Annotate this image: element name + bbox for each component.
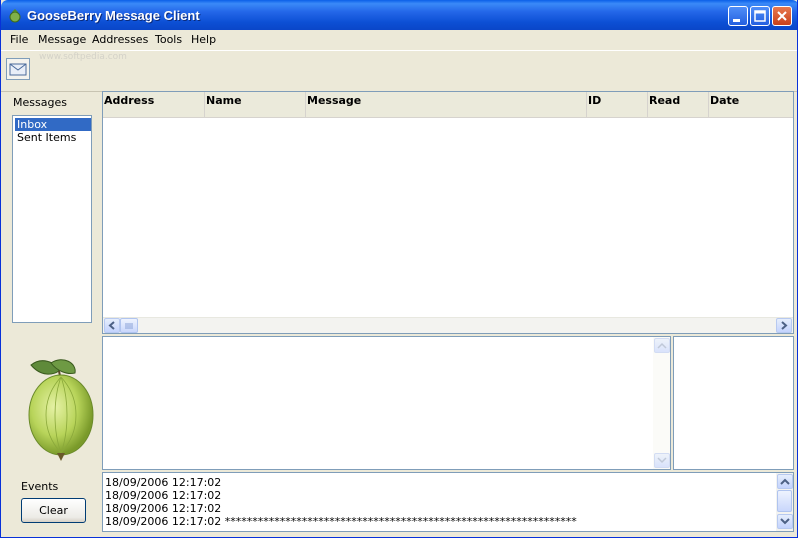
menu-help[interactable]: Help: [191, 33, 216, 46]
grip-icon: [125, 323, 133, 329]
events-scroll-thumb[interactable]: [777, 490, 792, 512]
gooseberry-logo: [28, 359, 94, 461]
menu-message[interactable]: Message: [38, 33, 86, 46]
new-message-button[interactable]: [6, 58, 30, 80]
horizontal-scrollbar[interactable]: [103, 317, 793, 333]
clear-button[interactable]: Clear: [21, 498, 86, 523]
event-line: 18/09/2006 12:17:02: [105, 476, 222, 489]
title-bar[interactable]: GooseBerry Message Client: [1, 0, 797, 30]
chevron-down-icon: [657, 457, 667, 464]
chevron-up-icon: [657, 342, 667, 349]
app-icon: [7, 7, 23, 23]
maximize-button[interactable]: [750, 6, 770, 26]
preview-vertical-scrollbar[interactable]: [653, 337, 670, 469]
scroll-left-button[interactable]: [104, 318, 120, 333]
close-button[interactable]: [772, 6, 792, 26]
event-line: 18/09/2006 12:17:02: [105, 489, 222, 502]
chevron-down-icon: [780, 518, 790, 525]
column-header-date[interactable]: Date: [709, 92, 793, 118]
column-header-address[interactable]: Address: [103, 92, 205, 118]
column-header-message[interactable]: Message: [306, 92, 587, 118]
envelope-icon: [9, 63, 27, 76]
chevron-left-icon: [108, 321, 115, 330]
events-scroll-down-button[interactable]: [777, 514, 793, 529]
events-label: Events: [21, 480, 59, 493]
column-header-name[interactable]: Name: [205, 92, 306, 118]
events-scroll-up-button[interactable]: [777, 474, 793, 489]
minimize-button[interactable]: [728, 6, 748, 26]
menu-bar: File Message Addresses Tools Help: [1, 30, 797, 49]
chevron-right-icon: [781, 321, 788, 330]
side-pane[interactable]: [673, 336, 794, 470]
app-window: GooseBerry Message Client File Message A…: [0, 0, 798, 538]
column-header-id[interactable]: ID: [587, 92, 648, 118]
folder-item-inbox[interactable]: Inbox: [15, 118, 91, 131]
folder-item-sent-items[interactable]: Sent Items: [15, 131, 91, 144]
chevron-up-icon: [780, 478, 790, 485]
events-log[interactable]: 18/09/2006 12:17:02 18/09/2006 12:17:02 …: [102, 472, 794, 532]
window-title: GooseBerry Message Client: [27, 8, 200, 23]
message-list[interactable]: Address Name Message ID Read Date: [102, 91, 794, 334]
messages-label: Messages: [13, 96, 67, 109]
toolbar: www.softpedia.com: [1, 50, 797, 92]
column-header-read[interactable]: Read: [648, 92, 709, 118]
folder-list[interactable]: Inbox Sent Items: [12, 115, 92, 323]
event-line: 18/09/2006 12:17:02: [105, 502, 222, 515]
menu-addresses[interactable]: Addresses: [92, 33, 148, 46]
event-line: 18/09/2006 12:17:02 ********************…: [105, 515, 577, 528]
menu-file[interactable]: File: [10, 33, 28, 46]
horizontal-scroll-thumb[interactable]: [120, 318, 138, 333]
scroll-up-button[interactable]: [654, 338, 670, 353]
scroll-right-button[interactable]: [776, 318, 792, 333]
menu-tools[interactable]: Tools: [155, 33, 182, 46]
events-vertical-scrollbar[interactable]: [776, 473, 793, 531]
message-preview-pane[interactable]: [102, 336, 671, 470]
watermark-text: www.softpedia.com: [39, 52, 127, 62]
scroll-down-button[interactable]: [654, 453, 670, 468]
